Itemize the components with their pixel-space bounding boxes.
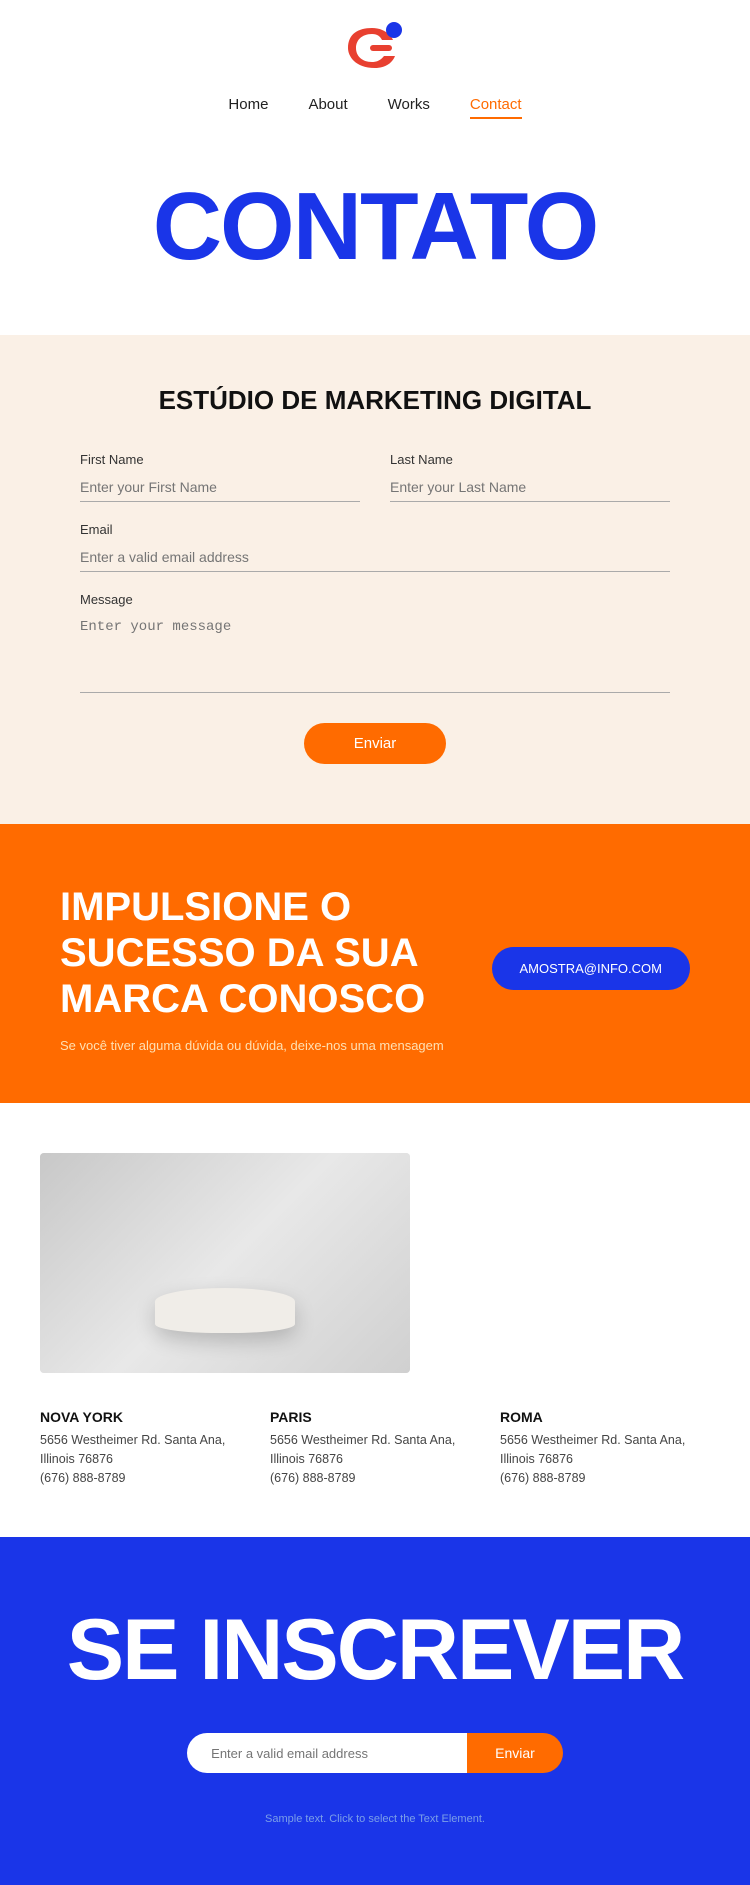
email-group: Email xyxy=(80,522,670,572)
message-row: Message xyxy=(80,592,670,693)
location-new-york: NOVA YORK 5656 Westheimer Rd. Santa Ana,… xyxy=(40,1409,250,1487)
form-subtitle: ESTÚDIO DE MARKETING DIGITAL xyxy=(80,385,670,416)
address-new-york: 5656 Westheimer Rd. Santa Ana, Illinois … xyxy=(40,1431,250,1487)
hero-title: CONTATO xyxy=(40,179,710,275)
logo[interactable] xyxy=(340,20,410,80)
email-input[interactable] xyxy=(80,543,670,572)
cta-text-block: IMPULSIONE OSUCESSO DA SUAMARCA CONOSCO … xyxy=(60,884,452,1053)
last-name-group: Last Name xyxy=(390,452,670,502)
nav-contact[interactable]: Contact xyxy=(470,96,522,119)
cta-subtitle: Se você tiver alguma dúvida ou dúvida, d… xyxy=(60,1038,452,1053)
form-section: ESTÚDIO DE MARKETING DIGITAL First Name … xyxy=(0,335,750,824)
subscribe-form: Enviar xyxy=(60,1733,690,1773)
cta-title: IMPULSIONE OSUCESSO DA SUAMARCA CONOSCO xyxy=(60,884,452,1022)
main-nav: Home About Works Contact xyxy=(228,96,521,119)
contact-form: First Name Last Name Email Message Envia… xyxy=(80,452,670,764)
name-row: First Name Last Name xyxy=(80,452,670,502)
submit-row: Enviar xyxy=(80,723,670,764)
location-paris: PARIS 5656 Westheimer Rd. Santa Ana, Ill… xyxy=(270,1409,480,1487)
stone-decoration xyxy=(155,1288,295,1333)
first-name-group: First Name xyxy=(80,452,360,502)
submit-button[interactable]: Enviar xyxy=(304,723,447,764)
hero-section: CONTATO xyxy=(0,129,750,335)
email-label: Email xyxy=(80,522,670,537)
first-name-label: First Name xyxy=(80,452,360,467)
message-textarea[interactable] xyxy=(80,613,670,693)
subscribe-button[interactable]: Enviar xyxy=(467,1733,563,1773)
cta-email-button[interactable]: AMOSTRA@INFO.COM xyxy=(492,947,690,990)
last-name-label: Last Name xyxy=(390,452,670,467)
nav-works[interactable]: Works xyxy=(388,96,430,119)
nav-home[interactable]: Home xyxy=(228,96,268,119)
subscribe-footnote: Sample text. Click to select the Text El… xyxy=(60,1813,690,1825)
subscribe-email-input[interactable] xyxy=(187,1733,467,1773)
address-rome: 5656 Westheimer Rd. Santa Ana, Illinois … xyxy=(500,1431,710,1487)
cta-section: IMPULSIONE OSUCESSO DA SUAMARCA CONOSCO … xyxy=(0,824,750,1103)
city-rome: ROMA xyxy=(500,1409,710,1425)
last-name-input[interactable] xyxy=(390,473,670,502)
email-row: Email xyxy=(80,522,670,572)
subscribe-title: SE INSCREVER xyxy=(60,1607,690,1693)
address-paris: 5656 Westheimer Rd. Santa Ana, Illinois … xyxy=(270,1431,480,1487)
locations-section: NOVA YORK 5656 Westheimer Rd. Santa Ana,… xyxy=(0,1103,750,1537)
location-rome: ROMA 5656 Westheimer Rd. Santa Ana, Illi… xyxy=(500,1409,710,1487)
first-name-input[interactable] xyxy=(80,473,360,502)
nav-about[interactable]: About xyxy=(308,96,347,119)
message-group: Message xyxy=(80,592,670,693)
header: Home About Works Contact xyxy=(0,0,750,129)
city-new-york: NOVA YORK xyxy=(40,1409,250,1425)
locations-image xyxy=(40,1153,410,1373)
stone-image xyxy=(40,1153,410,1373)
locations-grid: NOVA YORK 5656 Westheimer Rd. Santa Ana,… xyxy=(40,1409,710,1487)
subscribe-section: SE INSCREVER Enviar Sample text. Click t… xyxy=(0,1537,750,1885)
city-paris: PARIS xyxy=(270,1409,480,1425)
message-label: Message xyxy=(80,592,670,607)
